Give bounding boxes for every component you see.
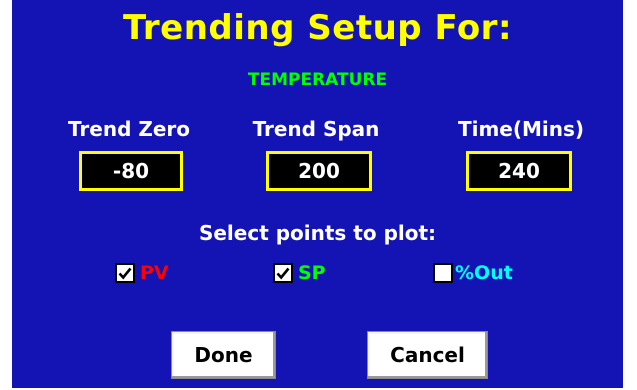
- done-button[interactable]: Done: [171, 331, 276, 379]
- sp-checkbox-box[interactable]: [273, 263, 293, 283]
- trend-zero-field[interactable]: -80: [79, 151, 183, 191]
- select-points-label: Select points to plot:: [198, 221, 437, 245]
- time-mins-field[interactable]: 240: [466, 151, 572, 191]
- point-name: TEMPERATURE: [247, 70, 388, 90]
- trend-span-field[interactable]: 200: [266, 151, 372, 191]
- out-checkbox[interactable]: %Out: [433, 262, 513, 284]
- trending-setup-panel: Trending Setup For: TEMPERATURE Trend Ze…: [12, 0, 623, 388]
- pv-checkbox-label[interactable]: PV: [140, 262, 169, 284]
- out-checkbox-label[interactable]: %Out: [455, 262, 513, 284]
- cancel-button[interactable]: Cancel: [367, 331, 488, 379]
- sp-checkbox-label[interactable]: SP: [298, 262, 326, 284]
- out-checkbox-box[interactable]: [433, 263, 453, 283]
- sp-checkbox[interactable]: SP: [273, 262, 326, 284]
- checkmark-icon: [118, 267, 132, 280]
- trend-span-label: Trend Span: [252, 117, 380, 141]
- time-mins-label: Time(Mins): [457, 117, 585, 141]
- pv-checkbox-box[interactable]: [115, 263, 135, 283]
- page-title: Trending Setup For:: [122, 8, 513, 48]
- trend-zero-label: Trend Zero: [67, 117, 191, 141]
- checkmark-icon: [276, 267, 290, 280]
- pv-checkbox[interactable]: PV: [115, 262, 169, 284]
